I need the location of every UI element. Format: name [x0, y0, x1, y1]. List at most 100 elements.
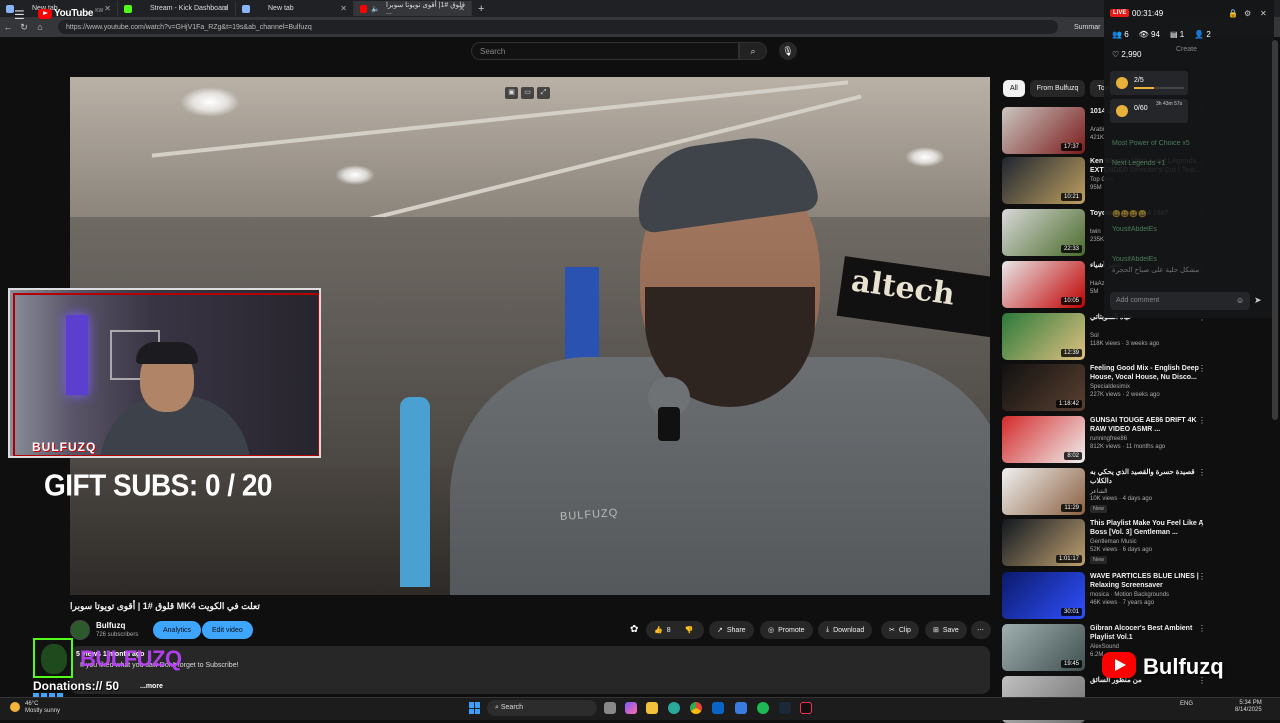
recommendation-item[interactable]: 11:29 قصيدة حسرة والقصيد الذي يحكي به دال… — [1002, 468, 1270, 518]
recommendation-item[interactable]: من منظور السائق ⋮ — [1002, 676, 1270, 723]
file-explorer-icon[interactable] — [646, 702, 658, 714]
more-options-icon[interactable]: ⋮ — [1198, 416, 1206, 425]
windows-start-icon[interactable] — [469, 702, 481, 714]
share-button[interactable]: ↗ Share — [709, 621, 754, 639]
recommendation-thumbnail[interactable]: 19:45 — [1002, 624, 1085, 671]
gift-icon[interactable]: ✿ — [630, 624, 638, 635]
tiktok-icon[interactable] — [800, 702, 812, 714]
more-options-icon[interactable]: ⋮ — [1198, 572, 1206, 581]
more-options-icon[interactable]: ⋮ — [1198, 468, 1206, 477]
recommendation-title[interactable]: Feeling Good Mix - English Deep House, V… — [1090, 364, 1208, 382]
recommendation-thumbnail[interactable]: 1:01:17 — [1002, 519, 1085, 566]
taskbar-clock[interactable]: 5:34 PM 8/14/2025 — [1235, 700, 1262, 714]
recommendation-title[interactable]: This Playlist Make You Feel Like A Boss … — [1090, 519, 1208, 537]
url-input[interactable]: https://www.youtube.com/watch?v=GHjV1Fa_… — [58, 20, 1058, 34]
more-options-icon[interactable]: ⋮ — [1198, 624, 1206, 633]
browser-tab-2[interactable]: Stream - Kick Dashboard ✕ — [118, 1, 236, 16]
recommendation-channel[interactable]: runningfree86 — [1090, 436, 1127, 442]
create-button[interactable]: Create — [1176, 46, 1197, 53]
close-tab-icon[interactable]: ✕ — [222, 4, 229, 13]
close-tab-icon[interactable]: ✕ — [458, 4, 465, 13]
save-button[interactable]: ⊞ Save — [925, 621, 967, 639]
channel-name[interactable]: Bulfuzq — [96, 621, 125, 630]
like-button[interactable]: 👍 8 👎 — [646, 621, 704, 639]
back-arrow-icon[interactable]: ← — [0, 22, 16, 32]
recommendation-thumbnail[interactable]: 30:01 — [1002, 572, 1085, 619]
edit-video-button[interactable]: Edit video — [202, 621, 253, 639]
steam-icon[interactable] — [779, 702, 791, 714]
recommendation-channel[interactable]: HaAz — [1090, 281, 1105, 287]
clip-button[interactable]: ✂ Clip — [881, 621, 919, 639]
promote-button[interactable]: ◎ Promote — [760, 621, 813, 639]
recommendation-channel[interactable]: الشاعر — [1090, 488, 1108, 495]
recommendation-title[interactable]: Gibran Alcocer's Best Ambient Playlist V… — [1090, 624, 1208, 642]
fullscreen-icon[interactable]: ⤢ — [537, 87, 550, 99]
browser-tab-3[interactable]: New tab ✕ — [236, 1, 354, 16]
page-scrollbar[interactable] — [1272, 40, 1278, 420]
menu-icon[interactable]: ☰ — [14, 8, 25, 22]
chip-all[interactable]: All — [1003, 80, 1025, 97]
recommendation-thumbnail[interactable]: 22:33 — [1002, 209, 1085, 256]
recommendation-channel[interactable]: AlexSound — [1090, 644, 1119, 650]
send-icon[interactable]: ➤ — [1254, 295, 1262, 306]
recommendation-channel[interactable]: Arabi — [1090, 127, 1104, 133]
recommendation-thumbnail[interactable]: 1:18:42 — [1002, 364, 1085, 411]
recommendation-item[interactable]: 12:39حياة السوبتاتيSol118K views · 3 wee… — [1002, 313, 1270, 363]
spotify-icon[interactable] — [757, 702, 769, 714]
theater-icon[interactable]: ▭ — [521, 87, 534, 99]
chrome-icon[interactable] — [690, 702, 702, 714]
outlook-icon[interactable] — [712, 702, 724, 714]
browser-tab-4[interactable]: 🔈 قلوق #1| أقوى تويوتا سوبرا ... ✕ — [354, 1, 472, 16]
recommendation-title[interactable]: قصيدة حسرة والقصيد الذي يحكي به دالكلاب — [1090, 468, 1208, 486]
more-options-icon[interactable]: ⋮ — [1198, 364, 1206, 373]
search-input[interactable]: Search — [471, 42, 739, 60]
reload-icon[interactable]: ↻ — [16, 22, 32, 33]
recommendation-item[interactable]: 1:18:42 Feeling Good Mix - English Deep H… — [1002, 364, 1270, 414]
recommendation-thumbnail[interactable]: 11:29 — [1002, 468, 1085, 515]
recommendation-item[interactable]: 30:01 WAVE PARTICLES BLUE LINES | Relaxin… — [1002, 572, 1270, 622]
recommendation-item[interactable]: 1:01:17 This Playlist Make You Feel Like … — [1002, 519, 1270, 569]
channel-avatar[interactable] — [70, 620, 90, 640]
download-button[interactable]: ⤓ Download — [818, 621, 873, 639]
task-view-icon[interactable] — [604, 702, 616, 714]
more-options-icon[interactable]: ⋮ — [1198, 519, 1206, 528]
recommendation-thumbnail[interactable]: 8:02 — [1002, 416, 1085, 463]
recommendation-thumbnail[interactable]: 10:05 — [1002, 261, 1085, 308]
close-icon[interactable]: ✕ — [1260, 9, 1267, 18]
summary-button[interactable]: Summar — [1074, 24, 1100, 31]
chat-input[interactable]: Add comment — [1110, 292, 1250, 310]
recommendation-item[interactable]: 8:02 GUNSAI TOUGE AE86 DRIFT 4K RAW VIDEO… — [1002, 416, 1270, 466]
description-more-link[interactable]: ...more — [140, 683, 163, 690]
close-tab-icon[interactable]: ✕ — [340, 4, 347, 13]
description-box[interactable] — [70, 646, 990, 694]
more-actions-button[interactable]: ⋯ — [971, 621, 991, 639]
search-icon[interactable]: ⌕ — [739, 42, 767, 60]
recommendation-item[interactable]: 19:45 Gibran Alcocer's Best Ambient Playl… — [1002, 624, 1270, 674]
close-tab-icon[interactable]: ✕ — [104, 4, 111, 13]
speaker-icon[interactable]: 🔈 — [371, 5, 380, 13]
recommendation-thumbnail[interactable]: 10:21 — [1002, 157, 1085, 204]
recommendation-thumbnail[interactable]: 17:37 — [1002, 107, 1085, 154]
miniplayer-icon[interactable]: ▣ — [505, 87, 518, 99]
recommendation-channel[interactable]: mosica · Motion Backgrounds — [1090, 592, 1169, 598]
new-tab-plus-icon[interactable]: + — [478, 3, 484, 15]
youtube-logo[interactable]: YouTube KW — [38, 8, 103, 19]
home-icon[interactable]: ⌂ — [32, 22, 48, 32]
recommendation-channel[interactable]: Gentleman Music — [1090, 539, 1137, 545]
lock-icon[interactable]: 🔒 — [1228, 9, 1238, 18]
chip-from-channel[interactable]: From Bulfuzq — [1029, 80, 1086, 97]
thumbs-down-icon[interactable]: 👎 — [685, 626, 694, 634]
system-tray[interactable]: ENG — [1180, 701, 1193, 707]
recommendation-thumbnail[interactable]: 12:39 — [1002, 313, 1085, 360]
emoji-icon[interactable]: ☺ — [1236, 296, 1244, 305]
app-icon[interactable] — [735, 702, 747, 714]
taskbar-search-input[interactable]: ⌕ Search — [487, 700, 597, 716]
recommendation-title[interactable]: WAVE PARTICLES BLUE LINES | Relaxing Scr… — [1090, 572, 1208, 590]
analytics-button[interactable]: Analytics — [153, 621, 202, 639]
recommendation-channel[interactable]: Sol — [1090, 333, 1099, 339]
settings-icon[interactable]: ⚙ — [1244, 9, 1251, 18]
copilot-icon[interactable] — [625, 702, 637, 714]
edge-icon[interactable] — [668, 702, 680, 714]
microphone-icon[interactable]: 🎙 — [779, 42, 797, 60]
recommendation-channel[interactable]: twin — [1090, 229, 1101, 235]
